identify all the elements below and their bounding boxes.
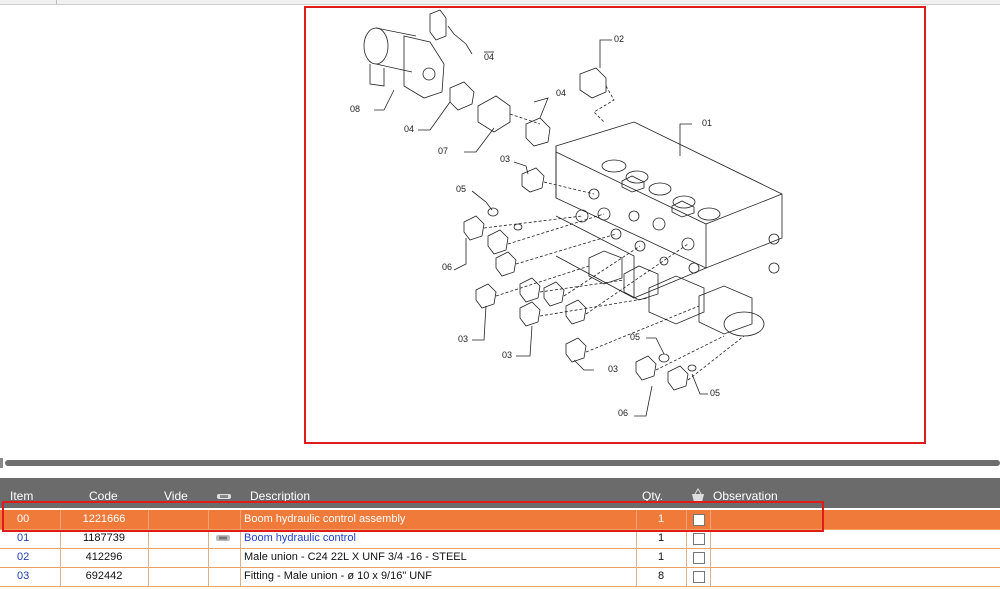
horizontal-scrollbar[interactable] — [5, 460, 1000, 466]
part-description: Male union - C24 22L X UNF 3/4 -16 - STE… — [244, 551, 467, 563]
parts-table: Item Code Vide Description Qty. Observat… — [0, 478, 1000, 589]
item-number[interactable]: 03 — [0, 567, 60, 586]
table-row[interactable]: 03 692442 Fitting - Male union - ø 10 x … — [0, 567, 1000, 587]
top-toolbar-strip — [0, 0, 1000, 5]
table-row[interactable]: 01 1187739 Boom hydraulic control 1 — [0, 529, 1000, 549]
item-number[interactable]: 02 — [0, 548, 60, 567]
add-to-basket-checkbox[interactable] — [693, 533, 705, 545]
part-description: Fitting - Male union - ø 10 x 9/16" UNF — [244, 570, 432, 582]
part-code: 692442 — [85, 570, 123, 582]
splitter-grip[interactable] — [0, 458, 3, 468]
part-qty: 1 — [657, 551, 665, 563]
panel-splitter[interactable] — [0, 458, 1000, 468]
part-code: 412296 — [85, 551, 123, 563]
add-to-basket-checkbox[interactable] — [693, 571, 705, 583]
link-icon[interactable] — [216, 534, 230, 542]
row-highlight-frame — [2, 501, 824, 532]
part-qty: 8 — [657, 570, 665, 582]
add-to-basket-checkbox[interactable] — [693, 552, 705, 564]
diagram-selection-frame — [304, 6, 926, 444]
table-row[interactable]: 02 412296 Male union - C24 22L X UNF 3/4… — [0, 548, 1000, 568]
